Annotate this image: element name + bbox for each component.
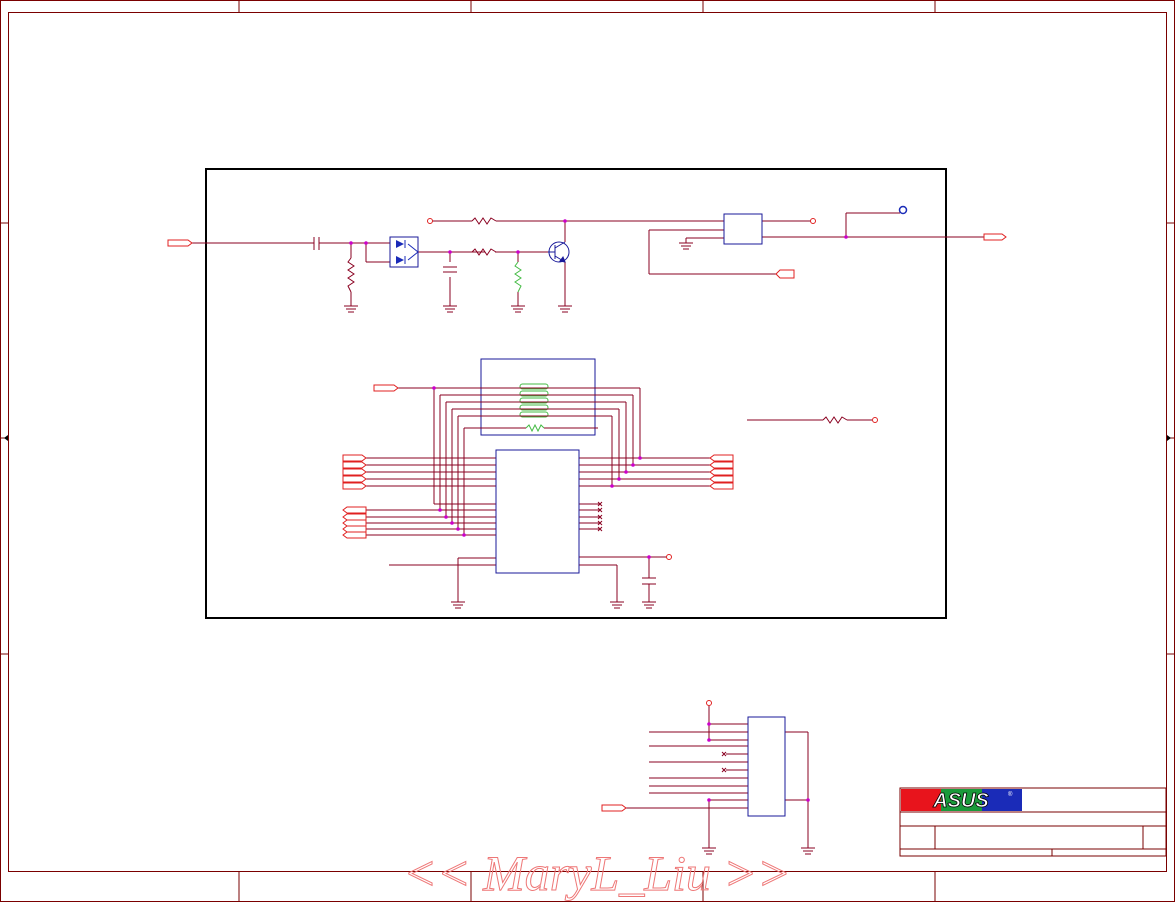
connector-ic xyxy=(747,716,786,817)
zone-marker-left-icon xyxy=(4,435,8,441)
offpage-connector-icon xyxy=(167,239,193,247)
ground-icon xyxy=(344,305,358,313)
schematic-sheet: ASUS ® << MaryL_Liu >> xyxy=(0,0,1175,902)
upper-circuit xyxy=(192,212,984,306)
resistor-array xyxy=(519,383,549,433)
power-terminal-icon xyxy=(427,218,433,224)
sheet-border xyxy=(0,0,1175,902)
npn-transistor-icon xyxy=(548,241,570,263)
offpage-connector-icon xyxy=(775,269,795,279)
ground-icon xyxy=(558,305,572,313)
power-terminal-icon xyxy=(706,700,712,706)
ground-icon xyxy=(511,305,525,313)
ground-icon xyxy=(443,305,457,313)
power-terminal-icon xyxy=(810,218,816,224)
middle-wires xyxy=(366,387,872,602)
ground-icon xyxy=(642,601,656,609)
capacitor-icon xyxy=(443,266,457,273)
power-terminal-icon xyxy=(872,417,878,423)
registered-mark: ® xyxy=(1008,791,1013,798)
left-bus-ports xyxy=(342,454,367,539)
logo-text: ASUS xyxy=(932,790,989,812)
asus-logo: ASUS ® xyxy=(901,789,1022,812)
capacitor-icon xyxy=(313,237,320,250)
interface-ic xyxy=(495,449,580,574)
power-terminal-icon xyxy=(666,554,672,560)
resistor-icon xyxy=(822,416,848,424)
resistor-array-box xyxy=(480,358,596,436)
lower-wires xyxy=(626,706,809,848)
resistor-icon xyxy=(471,217,497,225)
offpage-connector-icon xyxy=(373,384,399,392)
circuit-block-outline xyxy=(205,168,947,619)
capacitor-icon xyxy=(642,577,656,585)
regulator-ic xyxy=(723,213,763,245)
ground-icon xyxy=(610,601,624,609)
zone-marker-right-icon xyxy=(1167,435,1171,441)
watermark: << MaryL_Liu >> xyxy=(403,845,791,901)
offpage-connector-icon xyxy=(983,233,1007,241)
ground-icon xyxy=(451,601,465,609)
offpage-connector-icon xyxy=(601,804,627,812)
ground-icon xyxy=(679,242,693,250)
test-point-icon xyxy=(898,205,908,215)
resistor-icon xyxy=(347,257,355,293)
resistor-icon xyxy=(514,261,522,293)
diode-icon xyxy=(389,236,419,268)
ground-icon xyxy=(801,847,815,855)
right-bus-ports xyxy=(709,454,734,490)
